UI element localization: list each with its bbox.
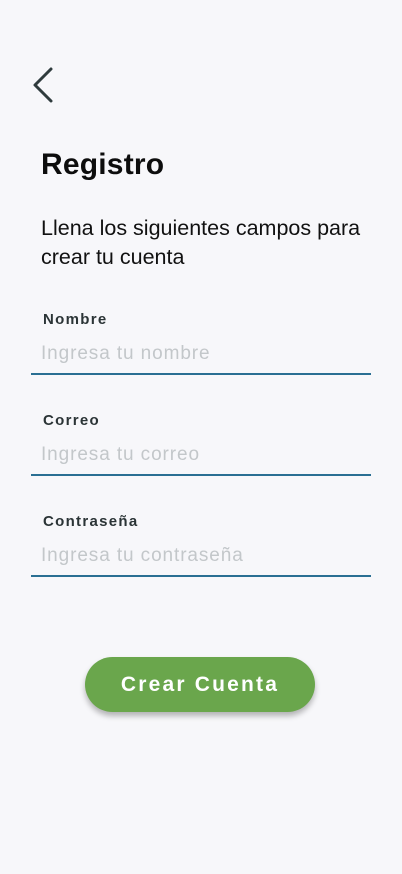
- name-field-group: Nombre: [31, 311, 371, 377]
- password-field-group: Contraseña: [31, 513, 371, 579]
- create-account-button[interactable]: Crear Cuenta: [85, 657, 315, 712]
- name-input[interactable]: [31, 335, 371, 375]
- password-label: Contraseña: [43, 513, 139, 530]
- email-input[interactable]: [31, 436, 371, 476]
- page-title: Registro: [41, 148, 165, 181]
- email-field-group: Correo: [31, 412, 371, 478]
- back-button[interactable]: [18, 62, 64, 108]
- email-label: Correo: [43, 412, 100, 429]
- page-subtitle: Llena los siguientes campos para crear t…: [41, 216, 361, 269]
- password-input[interactable]: [31, 537, 371, 577]
- name-label: Nombre: [43, 311, 108, 328]
- chevron-left-icon: [33, 67, 53, 103]
